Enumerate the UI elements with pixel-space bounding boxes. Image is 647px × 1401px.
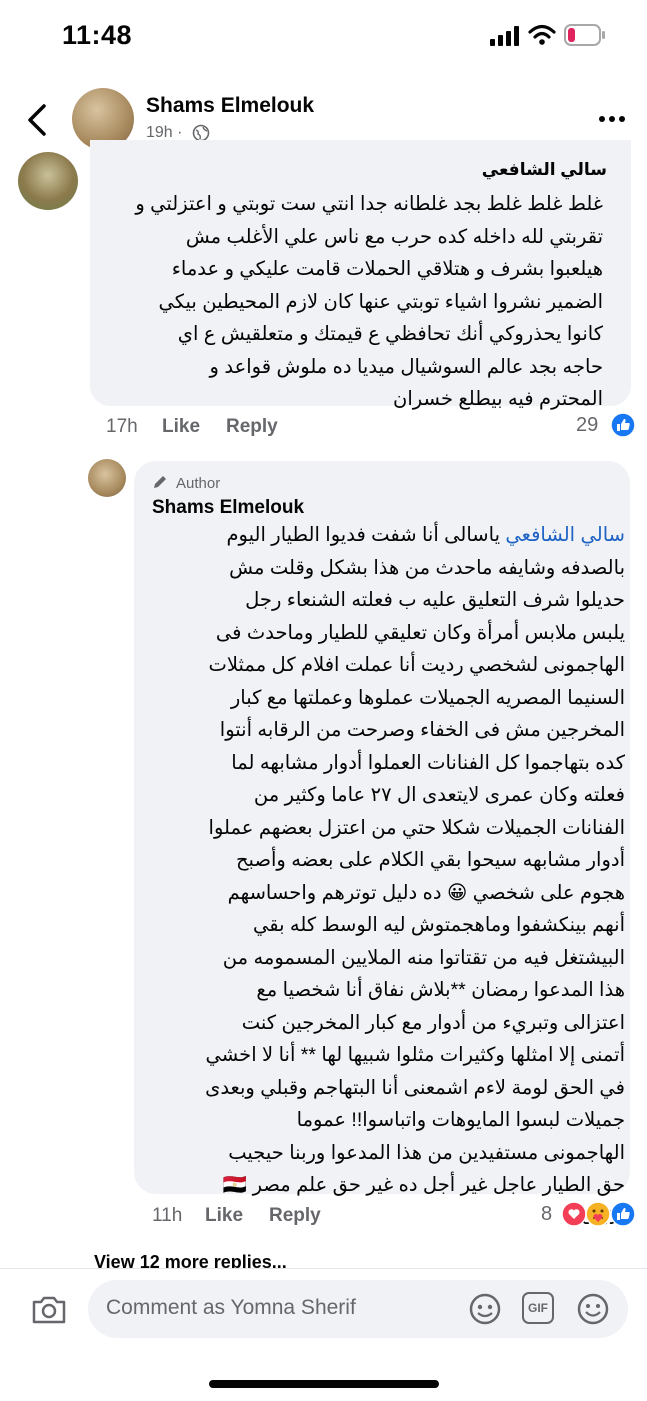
reply-line: هجوم على شخصي 😀 ده دليل توترهم واحساسهم <box>227 881 625 904</box>
emoji-icon[interactable] <box>576 1292 610 1326</box>
avatar-sticker-icon[interactable] <box>468 1292 502 1326</box>
reply-like-button[interactable]: Like <box>205 1205 243 1227</box>
signal-icon <box>490 26 519 46</box>
reply-line: البيشتغل فيه من تقتاتوا منه الملايين الم… <box>222 946 625 969</box>
reply-time: 11h <box>152 1205 183 1226</box>
commenter-avatar[interactable] <box>18 152 78 210</box>
reply-line: أتمنى إلا امثلها وكثيرات مثلوا شبيها لها… <box>205 1044 626 1066</box>
reply-line: الهاجمونى لشخصي رديت أنا عملت افلام كل م… <box>208 654 625 676</box>
reply-line: اعتزالى وتبريء من أدوار مع كبار المخرجين… <box>241 1011 625 1034</box>
reply-line: السنيما المصريه الجميلات عملوها وعملتها … <box>230 686 625 709</box>
comment-input-placeholder: Comment as Yomna Sherif <box>106 1296 356 1319</box>
reply-line: أنهم بينكشفوا وماهجمتوش ليه الوسط كله بق… <box>252 914 625 936</box>
reply-line: سالي الشافعي ياسالى أنا شفت فديوا الطيار… <box>155 519 625 552</box>
comment-line: حاجه بجد عالم السوشيال ميديا ده ملوش قوا… <box>209 355 603 378</box>
reply-line: أدوار مشابهه سيحوا بقي الكلام على بعضه و… <box>235 849 625 871</box>
reply-line: المخرجين مش فى الخفاء وصرحت من الرقابه أ… <box>219 719 625 741</box>
like-reaction-icon <box>610 1201 636 1227</box>
reply-reply-button[interactable]: Reply <box>269 1205 321 1227</box>
wifi-icon <box>528 24 556 45</box>
reply-line: بالصدفه وشايفه ماحدث من هذا بشكل وقلت مش <box>229 556 625 579</box>
reply-author-name[interactable]: Shams Elmelouk <box>152 497 304 519</box>
comment-line: المحترم فيه بيطلع خسران <box>393 388 603 410</box>
reaction-icons[interactable] <box>560 1200 638 1228</box>
reply-line: في الحق لومة لاءم اشمعنى أنا البتهاجم وق… <box>205 1076 625 1099</box>
home-indicator <box>209 1380 439 1388</box>
reply-button[interactable]: Reply <box>226 416 278 438</box>
status-time: 11:48 <box>62 20 133 50</box>
reply-line: فعلته وكان عمرى لايتعدى ال ٢٧ عاما وكثير… <box>253 784 625 806</box>
comment-author-name[interactable]: سالي الشافعي <box>482 160 607 180</box>
reply-line: الهاجمونى مستفيدين من هذا المدعوا وربنا … <box>228 1141 625 1164</box>
reply-line: الفنانات الجميلات شكلا حتي من اعتزل بعضه… <box>208 816 625 839</box>
reply-text: سالي الشافعي ياسالى أنا شفت فديوا الطيار… <box>155 519 625 1234</box>
love-reaction-icon <box>561 1201 587 1227</box>
pencil-icon <box>154 476 166 488</box>
more-options-icon[interactable] <box>596 104 628 134</box>
comment-line: كانوا يحذروكي أنك تحافظي ع قيمتك و متعلق… <box>177 323 603 345</box>
reply-line: حديلوا شرف التعليق عليه ب فعلته الشنعاء … <box>245 589 625 611</box>
mention-link[interactable]: سالي الشافعي <box>505 524 625 546</box>
author-badge: Author <box>152 474 220 492</box>
reply-line: هذا المدعوا رمضان **بلاش نفاق أنا شخصيا … <box>256 979 625 1001</box>
reply-line: جميلات لبسوا المايوهات واتباسوا!! عموما <box>296 1109 625 1131</box>
reply-line: كده بتهاجموا كل الفنانات العملوا أدوار م… <box>231 751 625 774</box>
like-reaction-icon <box>610 412 636 438</box>
comment-line: تقربتي لله داخله كده حرب مع ناس علي الأغ… <box>185 225 603 248</box>
author-badge-label: Author <box>176 475 221 492</box>
comment-bubble: سالي الشافعي غلط غلط غلط بجد غلطانه جدا … <box>90 140 631 410</box>
post-author-name[interactable]: Shams Elmelouk <box>146 94 314 118</box>
gif-button[interactable]: GIF <box>522 1292 554 1324</box>
comment-text: غلط غلط غلط بجد غلطانه جدا انتي ست توبتي… <box>93 188 603 416</box>
comment-line: هيلعبوا بشرف و هتلاقي الحملات قامت عليكي… <box>171 258 603 280</box>
camera-icon[interactable] <box>30 1292 68 1326</box>
back-chevron-icon[interactable] <box>22 100 52 140</box>
reply-line-text: ياسالى أنا شفت فديوا الطيار اليوم <box>226 524 506 546</box>
comment-line: الضمير نشروا اشياء توبتي عنها كان لازم ا… <box>158 290 603 313</box>
care-reaction-icon <box>585 1201 611 1227</box>
battery-icon <box>564 24 605 46</box>
comment-time: 17h <box>106 416 138 437</box>
reaction-count[interactable]: 29 <box>576 414 598 437</box>
like-button[interactable]: Like <box>162 416 200 438</box>
reply-author-avatar[interactable] <box>88 459 126 497</box>
reply-reaction-count[interactable]: 8 <box>541 1203 552 1226</box>
reply-line: حق الطيار عاجل غير أجل ده غير حق علم مصر… <box>222 1174 625 1196</box>
comment-line: غلط غلط غلط بجد غلطانه جدا انتي ست توبتي… <box>135 193 603 215</box>
reply-line: يلبس ملابس أمرأة وكان تعليقي للطيار وماح… <box>215 621 625 644</box>
